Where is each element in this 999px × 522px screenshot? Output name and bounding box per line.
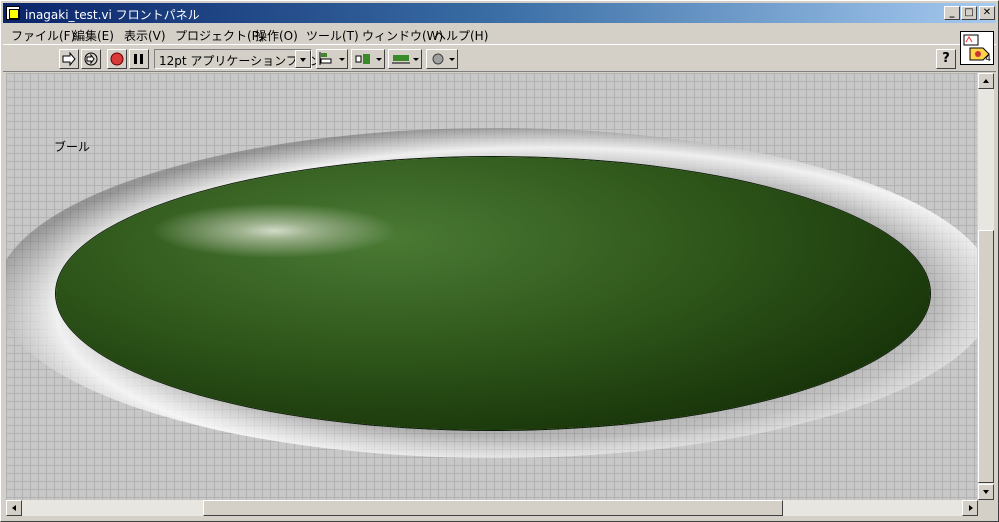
align-objects-button[interactable] [316,49,348,69]
resize-objects-icon [392,55,419,64]
labview-app-icon[interactable] [6,6,20,20]
menu-file[interactable]: ファイル(F) [11,27,75,44]
toolbar: 12pt アプリケーションフォント ? [3,44,996,72]
font-select[interactable]: 12pt アプリケーションフォント [154,49,334,69]
menu-operate[interactable]: 操作(O) [255,27,298,44]
minimize-button[interactable]: _ [944,6,960,20]
title-bar[interactable]: inagaki_test.vi フロントパネル _ □ ✕ [3,3,996,23]
help-button[interactable]: ? [936,49,956,69]
labview-front-panel-window: inagaki_test.vi フロントパネル _ □ ✕ ファイル(F) 編集… [0,0,999,522]
menu-bar: ファイル(F) 編集(E) 表示(V) プロジェクト(P) 操作(O) ツール(… [3,24,996,44]
menu-window[interactable]: ウィンドウ(W) [362,27,443,44]
reorder-button[interactable] [426,49,458,69]
scroll-left-button[interactable] [6,500,22,516]
close-button[interactable]: ✕ [979,6,995,20]
scroll-right-button[interactable] [962,500,978,516]
align-objects-icon [319,52,345,65]
run-continuously-icon [84,52,98,66]
scrollbar-corner [978,500,994,516]
menu-project[interactable]: プロジェクト(P) [175,27,264,44]
abort-button[interactable] [107,49,127,69]
menu-edit[interactable]: 編集(E) [73,27,114,44]
menu-help[interactable]: ヘルプ(H) [434,27,488,44]
reorder-icon [432,53,455,65]
scroll-up-button[interactable] [978,73,994,89]
run-continuously-button[interactable] [81,49,101,69]
vertical-scrollbar[interactable] [978,73,994,500]
window-title: inagaki_test.vi フロントパネル [25,8,200,22]
boolean-label: ブール [54,140,91,154]
vi-icon-number: 4 [985,54,991,64]
chevron-down-icon[interactable] [295,50,311,68]
menu-tools[interactable]: ツール(T) [306,27,359,44]
pause-button[interactable] [129,49,149,69]
help-icon: ? [942,51,950,66]
abort-icon [110,52,124,66]
run-button[interactable] [59,49,79,69]
vertical-scroll-thumb[interactable] [978,230,994,483]
front-panel[interactable]: ブール [6,73,977,500]
scroll-down-button[interactable] [978,484,994,500]
boolean-led-indicator[interactable] [56,157,930,430]
maximize-button[interactable]: □ [961,6,977,20]
vi-connector-icon[interactable]: 4 [960,31,994,65]
horizontal-scroll-thumb[interactable] [203,500,783,516]
distribute-objects-button[interactable] [351,49,385,69]
menu-view[interactable]: 表示(V) [124,27,166,44]
horizontal-scrollbar[interactable] [6,500,978,516]
resize-objects-button[interactable] [388,49,422,69]
run-arrow-icon [62,51,76,67]
distribute-objects-icon [355,54,382,64]
pause-icon [134,54,143,64]
